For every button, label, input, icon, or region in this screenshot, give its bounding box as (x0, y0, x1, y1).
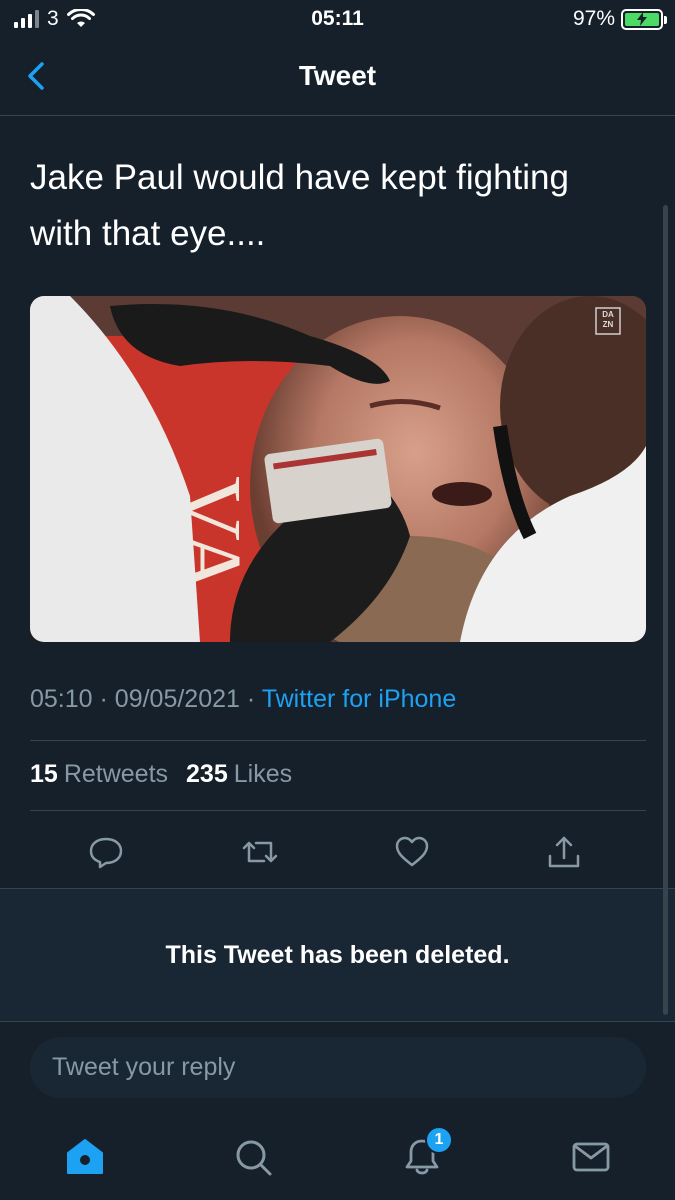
home-icon (67, 1139, 103, 1174)
reply-box[interactable] (30, 1037, 646, 1098)
meta-separator: · (99, 685, 115, 713)
divider (30, 810, 646, 811)
tab-bar: 1 (0, 1112, 675, 1200)
likes-count: 235 (186, 760, 228, 788)
mail-icon (572, 1142, 610, 1172)
retweets-count-link[interactable]: 15 Retweets (30, 760, 168, 789)
status-right: 97% (572, 7, 667, 31)
share-icon (548, 836, 580, 868)
tweet-text: Jake Paul would have kept fighting with … (30, 158, 569, 253)
tab-home[interactable] (60, 1132, 110, 1182)
retweets-count: 15 (30, 760, 58, 788)
tweet-media[interactable]: VA DA ZN (30, 296, 646, 642)
tab-search[interactable] (228, 1132, 278, 1182)
deleted-tweet-notice: This Tweet has been deleted. (0, 888, 675, 1022)
engagement-counts: 15 Retweets 235 Likes (30, 760, 292, 789)
likes-label: Likes (233, 760, 293, 788)
dazn-watermark: DA ZN (602, 310, 614, 329)
reply-input[interactable] (52, 1053, 646, 1082)
notification-badge: 1 (425, 1126, 453, 1154)
boxing-cutman-photo: VA (30, 296, 646, 642)
page-title: Tweet (298, 60, 377, 91)
divider (30, 740, 646, 741)
tab-messages[interactable] (566, 1132, 616, 1182)
tweet-date: 09/05/2021 (114, 685, 240, 713)
likes-count-link[interactable]: 235 Likes (186, 760, 292, 789)
meta-separator: · (246, 685, 262, 713)
scrollbar[interactable] (663, 205, 668, 1015)
deleted-tweet-text: This Tweet has been deleted. (165, 940, 510, 969)
retweets-label: Retweets (63, 760, 169, 788)
tab-notifications[interactable]: 1 (397, 1126, 453, 1182)
charging-bolt-icon (637, 12, 647, 26)
nav-header: Tweet (0, 40, 675, 116)
search-icon (236, 1140, 272, 1176)
tweet-meta: 05:10 · 09/05/2021 · Twitter for iPhone (30, 685, 456, 714)
status-bar: 3 05:11 97% (0, 0, 675, 40)
battery-icon (621, 8, 667, 30)
retweet-button[interactable] (236, 828, 284, 876)
reply-icon (89, 837, 123, 869)
tweet-source-link[interactable]: Twitter for iPhone (262, 685, 457, 713)
reply-button[interactable] (82, 828, 130, 876)
share-button[interactable] (540, 828, 588, 876)
like-button[interactable] (388, 828, 436, 876)
tweet-actions (0, 828, 675, 876)
retweet-icon (242, 841, 278, 863)
battery-percent: 97% (572, 7, 615, 30)
tweet-time: 05:10 (30, 685, 93, 713)
heart-icon (395, 836, 429, 867)
